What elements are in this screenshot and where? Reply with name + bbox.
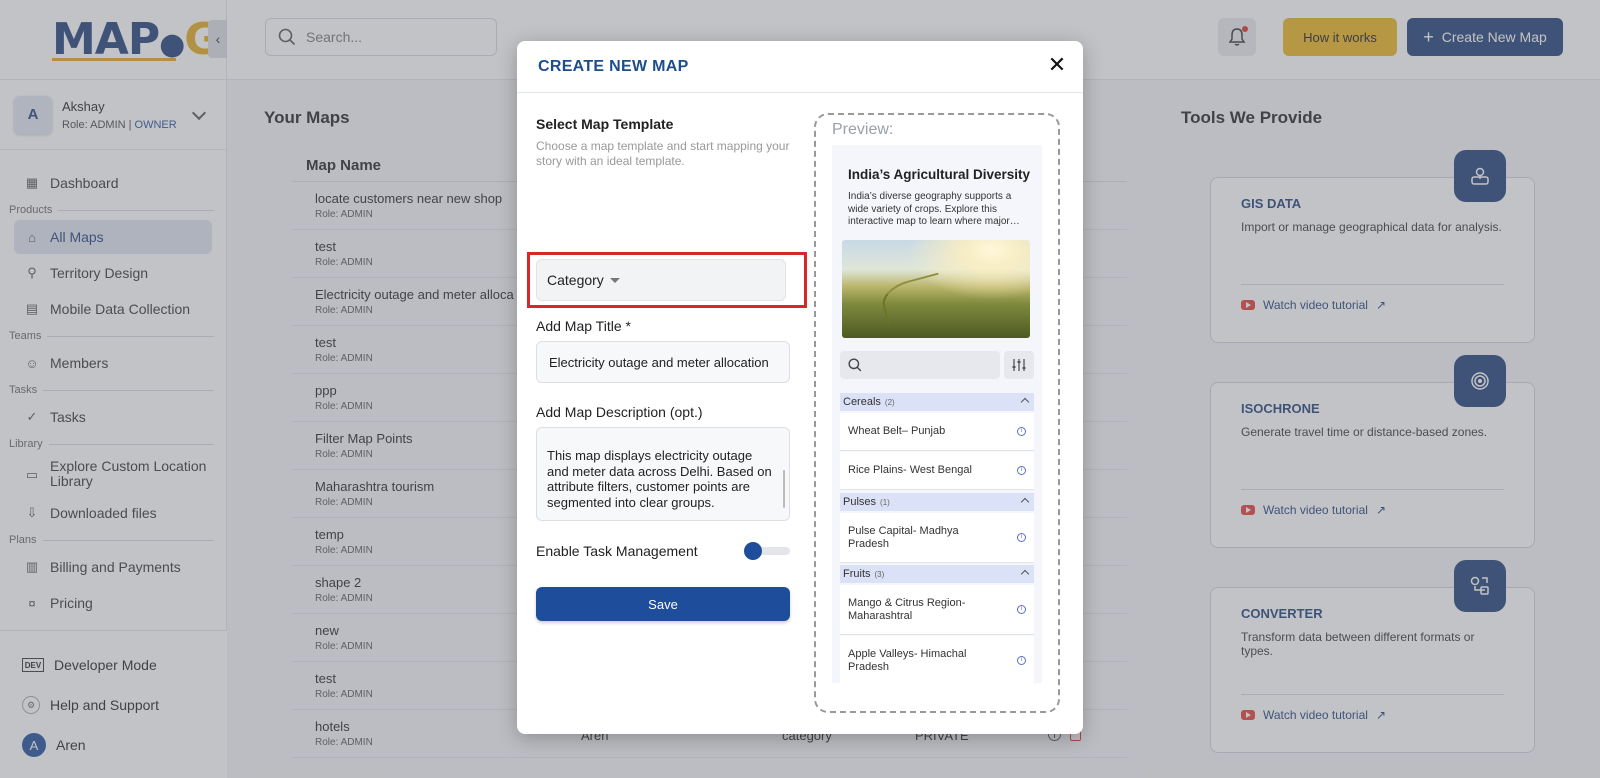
- modal-title: CREATE NEW MAP: [538, 57, 689, 75]
- preview-list-item: Apple Valleys- Himachal Pradesh i: [840, 636, 1034, 683]
- modal-header: CREATE NEW MAP ✕: [517, 41, 1083, 93]
- preview-list-item: Rice Plains- West Bengal i: [840, 452, 1034, 490]
- preview-description: India’s diverse geography supports a wid…: [848, 191, 1020, 227]
- template-select[interactable]: Category: [536, 259, 786, 301]
- info-icon: i: [1017, 533, 1026, 542]
- task-management-label: Enable Task Management: [536, 543, 698, 559]
- chevron-up-icon: [1020, 497, 1030, 507]
- info-icon: i: [1017, 466, 1026, 475]
- toggle-knob: [744, 542, 762, 560]
- preview-category: Pulses (1): [840, 493, 1034, 511]
- preview-card: India’s Agricultural Diversity India’s d…: [832, 145, 1042, 683]
- sliders-icon: [1004, 351, 1034, 379]
- preview-category: Cereals (2): [840, 393, 1034, 411]
- create-map-modal: CREATE NEW MAP ✕ Select Map Template Cho…: [517, 41, 1083, 734]
- preview-label: Preview:: [832, 121, 894, 138]
- preview-list-item: Pulse Capital- Madhya Pradesh i: [840, 513, 1034, 563]
- close-icon[interactable]: ✕: [1045, 52, 1069, 77]
- map-title-input[interactable]: Electricity outage and meter allocation: [536, 341, 790, 383]
- title-label: Add Map Title *: [536, 318, 631, 334]
- preview-image: [842, 240, 1030, 338]
- preview-title: India’s Agricultural Diversity: [848, 167, 1031, 182]
- create-map-form: Select Map Template Choose a map templat…: [527, 116, 807, 621]
- category-count: (3): [874, 569, 885, 579]
- chevron-up-icon: [1020, 569, 1030, 579]
- category-name: Pulses: [843, 496, 877, 508]
- highlight-box: Category: [527, 252, 807, 308]
- preview-list-item: Mango & Citrus Region- Maharashtral i: [840, 585, 1034, 635]
- item-label: Apple Valleys- Himachal Pradesh: [848, 647, 967, 673]
- item-label: Rice Plains- West Bengal: [848, 464, 972, 476]
- category-count: (2): [884, 397, 895, 407]
- preview-list-item: Wheat Belt– Punjab i: [840, 413, 1034, 451]
- description-label: Add Map Description (opt.): [536, 404, 703, 420]
- map-description-textarea[interactable]: This map displays electricity outage and…: [536, 427, 790, 521]
- task-management-toggle[interactable]: [744, 542, 790, 560]
- info-icon: i: [1017, 656, 1026, 665]
- category-count: (1): [880, 497, 890, 507]
- item-label: Pulse Capital- Madhya Pradesh: [848, 524, 959, 550]
- caret-down-icon: [609, 277, 620, 283]
- save-button[interactable]: Save: [536, 587, 790, 621]
- chevron-up-icon: [1020, 397, 1030, 407]
- task-management-row: Enable Task Management: [536, 541, 790, 561]
- template-preview: Preview: India’s Agricultural Diversity …: [814, 113, 1060, 713]
- item-label: Wheat Belt– Punjab: [848, 425, 946, 437]
- info-icon: i: [1017, 605, 1026, 614]
- preview-search: [840, 351, 1000, 379]
- category-name: Fruits: [843, 568, 871, 580]
- template-label: Select Map Template: [536, 116, 674, 132]
- info-icon: i: [1017, 427, 1026, 436]
- preview-category: Fruits (3): [840, 565, 1034, 583]
- category-name: Cereals: [843, 396, 881, 408]
- template-hint: Choose a map template and start mapping …: [536, 139, 790, 168]
- item-label: Mango & Citrus Region- Maharashtral: [848, 596, 966, 622]
- search-icon: [848, 358, 862, 372]
- template-select-value: Category: [547, 272, 604, 288]
